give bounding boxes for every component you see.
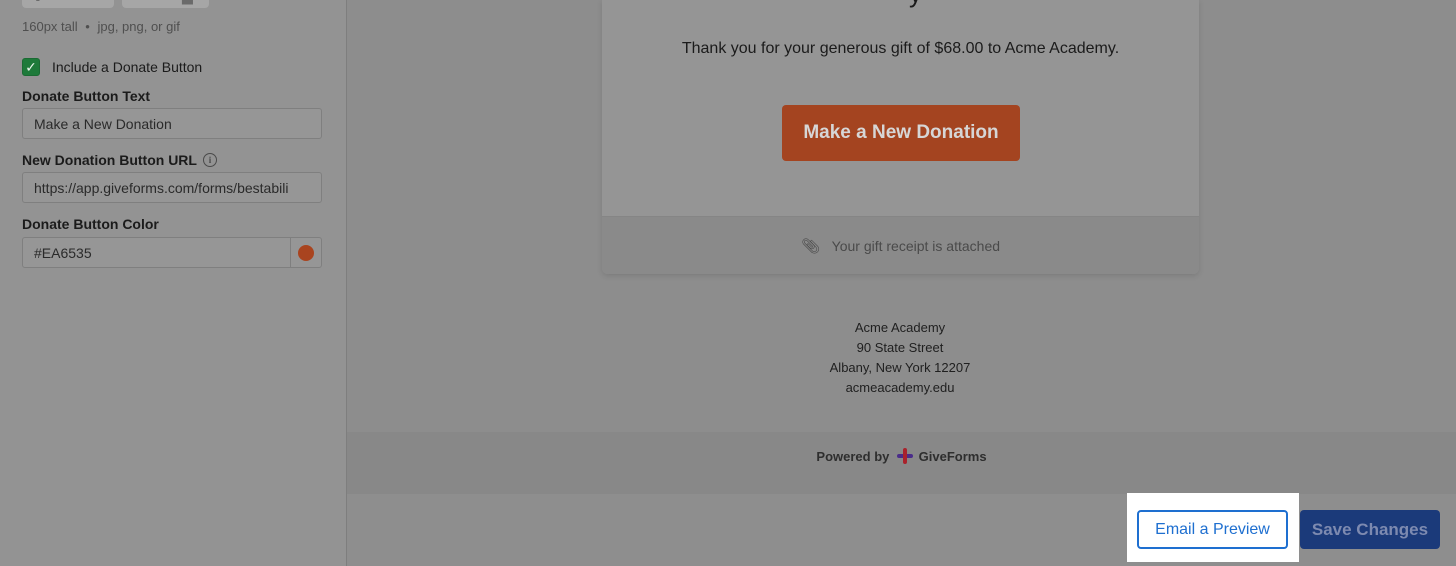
upload-image-button[interactable]: ⬆ [22,0,114,8]
powered-by-band: Powered by GiveForms [347,432,1456,494]
checkmark-icon: ✓ [25,58,37,75]
image-hint: 160px tall • jpg, png, or gif [22,19,180,34]
trash-icon: ▇ [182,0,193,5]
upload-icon: ⬆ [32,0,44,5]
include-donate-label: Include a Donate Button [52,59,203,75]
color-picker-button[interactable] [290,237,322,268]
email-preview-card: y Thank you for your generous gift of $6… [602,0,1199,274]
donate-color-input[interactable]: #EA6535 [22,237,291,268]
org-website[interactable]: acmeacademy.edu [700,378,1100,398]
paperclip-icon: 📎︎ [800,238,821,255]
donate-color-label: Donate Button Color [22,216,159,232]
delete-image-button[interactable]: ▇ [122,0,209,8]
powered-by-prefix: Powered by [816,449,890,464]
settings-sidebar: ⬆ ▇ 160px tall • jpg, png, or gif ✓ Incl… [0,0,347,566]
preview-heading: y [909,0,922,9]
image-hint-types: jpg, png, or gif [97,19,180,34]
thank-you-message: Thank you for your generous gift of $68.… [681,40,1120,57]
color-swatch [298,244,314,261]
receipt-text: Your gift receipt is attached [831,238,1001,254]
image-hint-size: 160px tall [22,19,78,34]
org-street: 90 State Street [856,340,944,355]
donation-url-label: New Donation Button URL [22,152,197,168]
giveforms-logo-icon [897,448,914,464]
org-city: Albany, New York 12207 [829,360,971,375]
preview-donate-button[interactable]: Make a New Donation [782,105,1020,161]
info-icon[interactable]: i [203,153,217,167]
powered-by[interactable]: Powered by GiveForms [347,448,1456,464]
powered-by-brand: GiveForms [918,449,987,464]
receipt-note: 📎︎ Your gift receipt is attached [602,237,1199,255]
email-preview-button[interactable]: Email a Preview [1137,510,1288,549]
org-name: Acme Academy [854,320,946,335]
include-donate-checkbox[interactable]: ✓ [22,58,40,76]
donation-url-input[interactable]: https://app.giveforms.com/forms/bestabil… [22,172,322,203]
save-changes-button[interactable]: Save Changes [1300,510,1440,549]
organization-info: Acme Academy 90 State Street Albany, New… [700,318,1100,398]
donate-text-input[interactable]: Make a New Donation [22,108,322,139]
donate-text-label: Donate Button Text [22,88,151,104]
